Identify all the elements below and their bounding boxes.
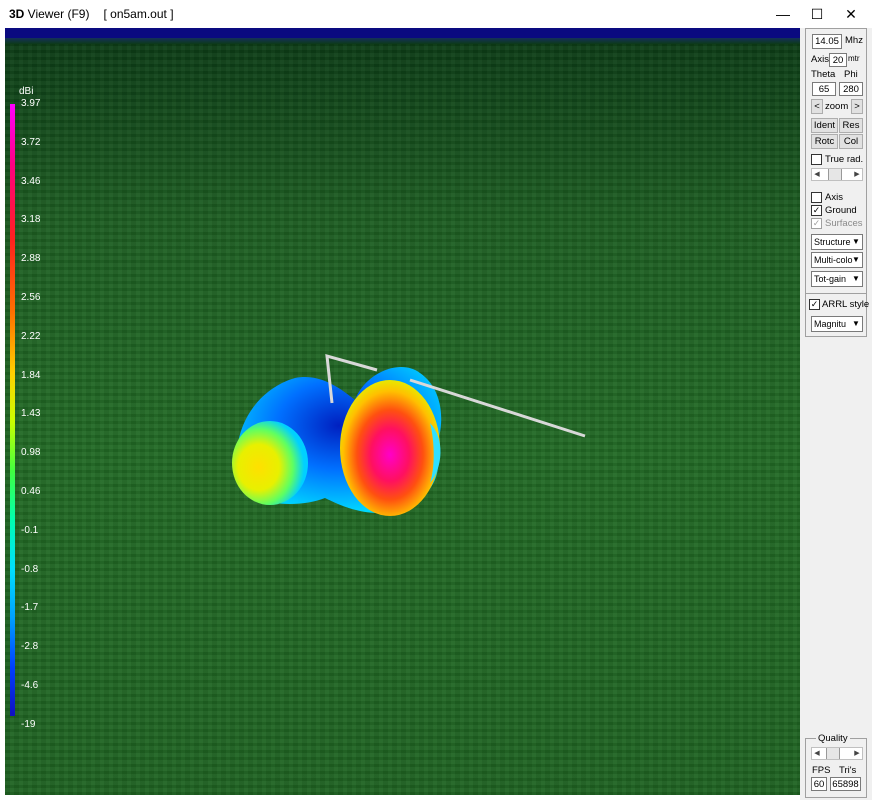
- slider-left-arrow-icon[interactable]: ◀: [812, 169, 822, 180]
- zoom-in-button[interactable]: >: [851, 99, 863, 114]
- magnitude-select[interactable]: Magnitu ▼: [811, 316, 863, 332]
- phi-label: Phi: [844, 69, 858, 80]
- magnitude-select-value: Magnitu: [814, 319, 847, 329]
- fps-label: FPS: [812, 765, 831, 776]
- frequency-unit: Mhz: [845, 35, 863, 46]
- window-title: 3D Viewer (F9): [9, 7, 89, 21]
- ident-button[interactable]: Ident: [811, 118, 838, 133]
- color-mode-select[interactable]: Multi-colo ▼: [811, 252, 863, 268]
- fps-value: 60: [811, 777, 827, 791]
- quality-right-arrow-icon[interactable]: ▶: [852, 748, 862, 759]
- zoom-out-button[interactable]: <: [811, 99, 823, 114]
- slider-right-arrow-icon[interactable]: ▶: [852, 169, 862, 180]
- chevron-down-icon: ▼: [852, 255, 860, 264]
- gain-select[interactable]: Tot-gain ▼: [811, 271, 863, 287]
- gain-select-value: Tot-gain: [814, 274, 847, 284]
- quality-label: Quality: [816, 733, 850, 744]
- title-app-bold: 3D: [9, 7, 25, 21]
- theta-label: Theta: [811, 69, 836, 80]
- axis-checkbox-label: Axis: [825, 192, 843, 203]
- quality-slider[interactable]: ◀ ▶: [811, 747, 863, 760]
- chevron-down-icon: ▼: [852, 274, 860, 283]
- structure-select[interactable]: Structure ▼: [811, 234, 863, 250]
- tris-value: 65898: [830, 777, 861, 791]
- right-lobe: [340, 380, 440, 516]
- surfaces-checkbox[interactable]: ✓: [811, 218, 822, 229]
- close-button[interactable]: ✕: [834, 0, 868, 28]
- surfaces-label: Surfaces: [825, 218, 863, 229]
- radiation-pattern-scene: [232, 353, 586, 516]
- arrl-style-label: ARRL style: [822, 299, 870, 310]
- title-app-rest: Viewer (F9): [24, 7, 90, 21]
- axis-length-label: Axis: [811, 54, 829, 65]
- chevron-down-icon: ▼: [852, 237, 860, 246]
- zoom-label: zoom: [825, 101, 849, 112]
- maximize-button[interactable]: ☐: [800, 0, 834, 28]
- color-mode-value: Multi-colo: [814, 255, 853, 265]
- 3d-viewport[interactable]: dBi 3.97 3.72 3.46 3.18 2.88 2.56 2.22 1.84 1.43…: [5, 28, 800, 795]
- phi-input[interactable]: 280: [839, 82, 863, 96]
- quality-slider-thumb[interactable]: [826, 748, 840, 759]
- frequency-input[interactable]: 14.05: [812, 34, 842, 49]
- axis-checkbox[interactable]: [811, 192, 822, 203]
- title-file: [ on5am.out ]: [103, 7, 174, 21]
- tris-label: Tri's: [839, 765, 857, 776]
- title-bar: 3D Viewer (F9) [ on5am.out ] — ☐ ✕: [0, 0, 872, 28]
- axis-length-unit: mtr: [848, 54, 860, 63]
- res-button[interactable]: Res: [839, 118, 863, 133]
- rotc-button[interactable]: Rotc: [811, 134, 838, 149]
- minimize-button[interactable]: —: [766, 0, 800, 28]
- left-lobe: [232, 421, 308, 505]
- chevron-down-icon: ▼: [852, 319, 860, 328]
- axis-length-input[interactable]: 20: [829, 53, 847, 67]
- quality-left-arrow-icon[interactable]: ◀: [812, 748, 822, 759]
- col-button[interactable]: Col: [839, 134, 863, 149]
- slider-thumb[interactable]: [828, 169, 842, 180]
- control-panel: 14.05 Mhz Axis 20 mtr Theta Phi 65 280 <…: [800, 28, 872, 800]
- true-rad-checkbox[interactable]: [811, 154, 822, 165]
- ground-label: Ground: [825, 205, 857, 216]
- structure-select-value: Structure: [814, 237, 851, 247]
- true-rad-label: True rad.: [825, 154, 864, 165]
- ground-checkbox[interactable]: ✓: [811, 205, 822, 216]
- theta-input[interactable]: 65: [812, 82, 836, 96]
- view-slider[interactable]: ◀ ▶: [811, 168, 863, 181]
- arrl-style-checkbox[interactable]: ✓: [809, 299, 820, 310]
